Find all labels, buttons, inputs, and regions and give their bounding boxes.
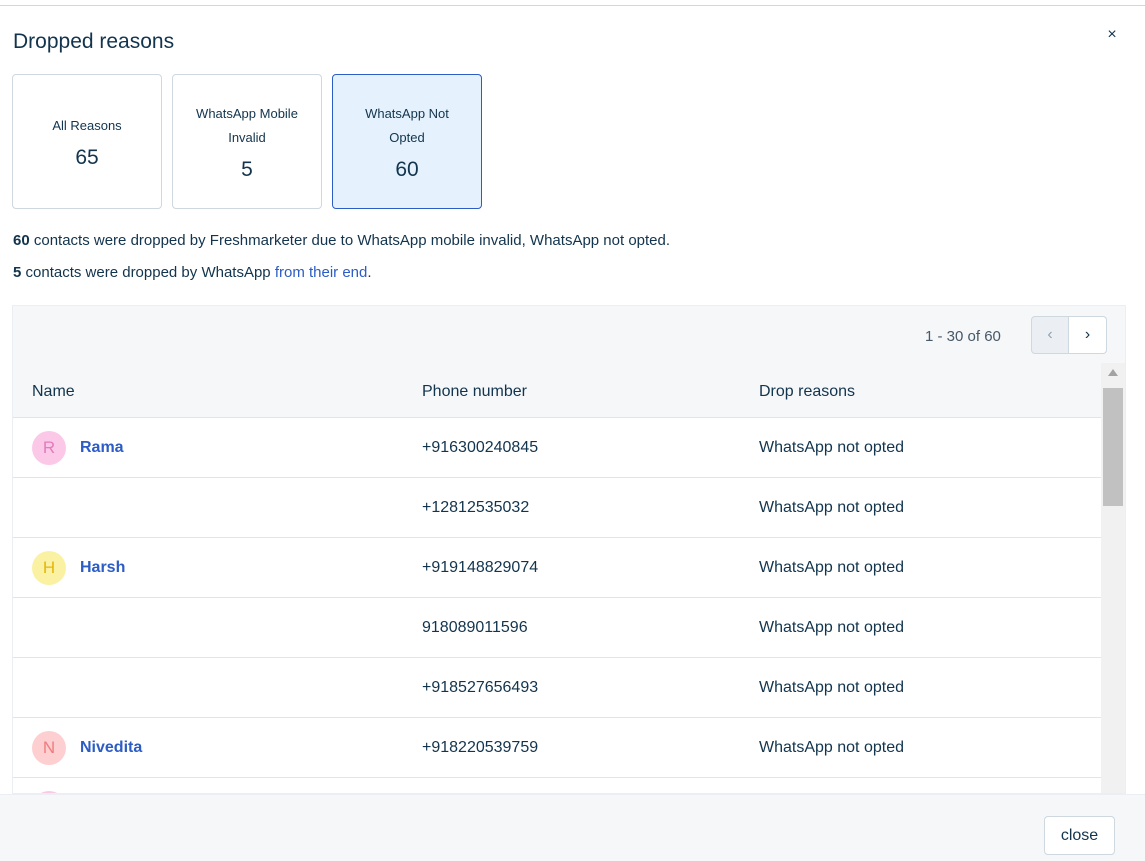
reason-cards: All Reasons 65 WhatsApp Mobile Invalid 5…	[12, 74, 482, 209]
scrollbar-thumb[interactable]	[1103, 388, 1123, 506]
phone-cell: +918220539759	[422, 739, 539, 756]
scroll-up-arrow-icon[interactable]	[1108, 369, 1118, 376]
reason-cell: WhatsApp not opted	[759, 739, 904, 756]
reason-cell: WhatsApp not opted	[759, 499, 904, 516]
table-row: 918089011596 WhatsApp not opted	[13, 598, 1101, 658]
dropped-summary-whatsapp: 5 contacts were dropped by WhatsApp from…	[13, 264, 372, 281]
card-count: 60	[395, 157, 419, 181]
card-label: WhatsApp Not Opted	[365, 105, 449, 145]
avatar: H	[32, 551, 66, 585]
table-scrollbar[interactable]	[1101, 363, 1125, 793]
header-phone: Phone number	[422, 383, 527, 400]
contacts-table: 1 - 30 of 60 ‹ › Name Phone number Drop …	[12, 305, 1126, 794]
reason-cell: WhatsApp not opted	[759, 559, 904, 576]
table-row: +918527656493 WhatsApp not opted	[13, 658, 1101, 718]
card-label: All Reasons	[52, 117, 122, 133]
phone-cell: 918089011596	[422, 619, 528, 636]
card-whatsapp-not-opted[interactable]: WhatsApp Not Opted 60	[332, 74, 482, 209]
period-text: .	[367, 264, 372, 281]
avatar: R	[32, 431, 66, 465]
top-border	[0, 0, 1145, 6]
table-row: H Harsh +919148829074 WhatsApp not opted	[13, 538, 1101, 598]
phone-cell: +918527656493	[422, 679, 539, 696]
contact-name-link[interactable]: Nivedita	[80, 739, 142, 757]
card-label: WhatsApp Mobile Invalid	[196, 105, 298, 145]
modal-footer: close	[0, 794, 1145, 861]
modal-title: Dropped reasons	[13, 30, 175, 53]
reason-cell: WhatsApp not opted	[759, 439, 904, 456]
avatar: N	[32, 731, 66, 765]
pagination-buttons: ‹ ›	[1031, 316, 1107, 354]
header-drop-reasons: Drop reasons	[759, 383, 856, 400]
card-count: 5	[241, 157, 253, 181]
dropped-summary-freshmarketer: 60 contacts were dropped by Freshmarkete…	[13, 232, 670, 249]
table-row: +12812535032 WhatsApp not opted	[13, 478, 1101, 538]
phone-cell: +12812535032	[422, 499, 530, 516]
header-name: Name	[32, 383, 75, 400]
chevron-left-icon: ‹	[1047, 326, 1053, 343]
contact-name-link[interactable]: Harsh	[80, 559, 125, 577]
dropped-text: contacts were dropped by WhatsApp	[21, 264, 275, 281]
reason-cell: WhatsApp not opted	[759, 619, 904, 636]
card-all-reasons[interactable]: All Reasons 65	[12, 74, 162, 209]
table-row: N Nivedita +918220539759 WhatsApp not op…	[13, 718, 1101, 778]
table-row: R Rama +916300240845 WhatsApp not opted	[13, 418, 1101, 478]
phone-cell: +919148829074	[422, 559, 539, 576]
pagination-range: 1 - 30 of 60	[925, 328, 1001, 345]
dropped-reasons-modal: Dropped reasons × All Reasons 65 WhatsAp…	[0, 7, 1145, 861]
chevron-right-icon: ›	[1084, 326, 1091, 343]
contact-name-link[interactable]: Rama	[80, 439, 124, 457]
close-icon[interactable]: ×	[1104, 27, 1120, 43]
card-count: 65	[75, 145, 99, 169]
phone-cell: +916300240845	[422, 439, 539, 456]
close-button[interactable]: close	[1044, 816, 1115, 855]
table-row	[13, 778, 1101, 793]
reason-cell: WhatsApp not opted	[759, 679, 904, 696]
prev-page-button[interactable]: ‹	[1031, 316, 1069, 354]
next-page-button[interactable]: ›	[1069, 316, 1107, 354]
card-whatsapp-mobile-invalid[interactable]: WhatsApp Mobile Invalid 5	[172, 74, 322, 209]
dropped-text: contacts were dropped by Freshmarketer d…	[29, 232, 671, 249]
table-header: Name Phone number Drop reasons	[13, 363, 1101, 418]
from-their-end-link[interactable]: from their end	[275, 264, 368, 281]
table-body: R Rama +916300240845 WhatsApp not opted …	[13, 418, 1101, 793]
pagination-bar: 1 - 30 of 60 ‹ ›	[13, 306, 1125, 363]
dropped-count: 60	[13, 232, 30, 249]
